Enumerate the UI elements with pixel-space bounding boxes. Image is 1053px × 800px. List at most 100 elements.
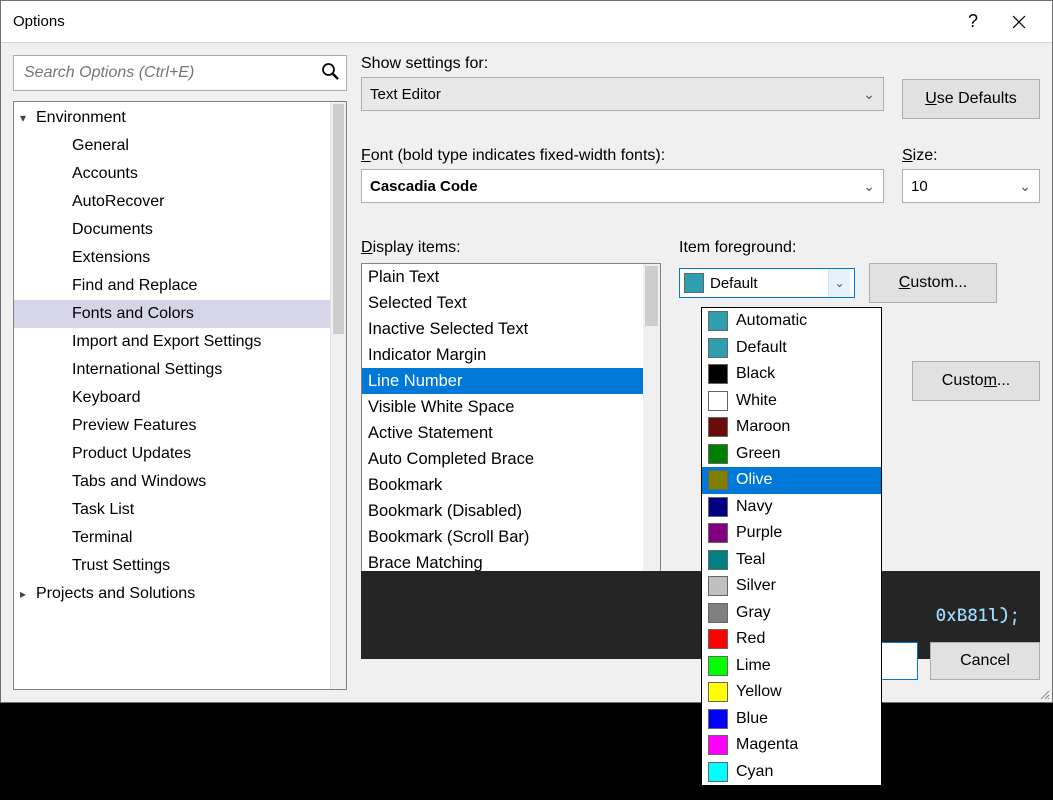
display-item[interactable]: Visible White Space: [362, 394, 643, 420]
color-swatch: [708, 682, 728, 702]
tree-item[interactable]: Extensions: [14, 244, 330, 272]
color-option[interactable]: Silver: [702, 573, 881, 600]
color-option[interactable]: Yellow: [702, 679, 881, 706]
use-defaults-button[interactable]: Use Defaults: [902, 79, 1040, 119]
display-item[interactable]: Line Number: [362, 368, 643, 394]
color-option[interactable]: Default: [702, 335, 881, 362]
display-items-list[interactable]: Plain TextSelected TextInactive Selected…: [361, 263, 661, 593]
color-option[interactable]: Black: [702, 361, 881, 388]
window-title: Options: [11, 13, 950, 30]
font-combo[interactable]: Cascadia Code ⌄: [361, 169, 884, 203]
close-icon: [1012, 15, 1026, 29]
cancel-button[interactable]: Cancel: [930, 642, 1040, 680]
color-swatch: [708, 629, 728, 649]
color-swatch: [708, 391, 728, 411]
tree-scrollbar[interactable]: [330, 102, 346, 689]
color-option[interactable]: Gray: [702, 600, 881, 627]
chevron-down-icon: ⌄: [855, 178, 875, 195]
tree-item[interactable]: Fonts and Colors: [14, 300, 330, 328]
color-swatch: [708, 550, 728, 570]
show-settings-label: Show settings for:: [361, 55, 884, 73]
search-input[interactable]: [14, 64, 314, 82]
color-option[interactable]: White: [702, 388, 881, 415]
left-panel: ▾EnvironmentGeneralAccountsAutoRecoverDo…: [13, 55, 347, 690]
display-item[interactable]: Bookmark (Disabled): [362, 498, 643, 524]
color-swatch: [708, 603, 728, 623]
font-label: Font (bold type indicates fixed-width fo…: [361, 147, 884, 165]
color-option[interactable]: Cyan: [702, 759, 881, 786]
close-button[interactable]: [996, 6, 1042, 38]
color-option[interactable]: Teal: [702, 547, 881, 574]
display-items-label: Display items:: [361, 239, 661, 257]
tree-item[interactable]: Import and Export Settings: [14, 328, 330, 356]
color-swatch: [708, 576, 728, 596]
tree-item[interactable]: Keyboard: [14, 384, 330, 412]
resize-grip[interactable]: [1038, 688, 1050, 700]
display-vscrollbar[interactable]: [643, 264, 660, 574]
size-combo[interactable]: 10 ⌄: [902, 169, 1040, 203]
custom-foreground-button[interactable]: Custom...: [869, 263, 997, 303]
item-foreground-label: Item foreground:: [679, 239, 1040, 257]
display-item[interactable]: Bookmark (Scroll Bar): [362, 524, 643, 550]
display-item[interactable]: Selected Text: [362, 290, 643, 316]
tree-item[interactable]: Terminal: [14, 524, 330, 552]
color-swatch: [708, 417, 728, 437]
color-swatch: [708, 762, 728, 782]
tree-item[interactable]: General: [14, 132, 330, 160]
color-swatch: [708, 311, 728, 331]
display-item[interactable]: Indicator Margin: [362, 342, 643, 368]
tree-item[interactable]: Find and Replace: [14, 272, 330, 300]
tree-item[interactable]: Preview Features: [14, 412, 330, 440]
options-tree: ▾EnvironmentGeneralAccountsAutoRecoverDo…: [13, 101, 347, 690]
color-option[interactable]: Magenta: [702, 732, 881, 759]
tree-item[interactable]: International Settings: [14, 356, 330, 384]
size-label: Size:: [902, 147, 1040, 165]
titlebar: Options ?: [1, 1, 1052, 43]
display-item[interactable]: Bookmark: [362, 472, 643, 498]
search-icon: [314, 62, 346, 85]
color-option[interactable]: Red: [702, 626, 881, 653]
color-swatch: [708, 523, 728, 543]
color-swatch: [708, 735, 728, 755]
display-item[interactable]: Auto Completed Brace: [362, 446, 643, 472]
tree-item[interactable]: Tabs and Windows: [14, 468, 330, 496]
color-option[interactable]: Navy: [702, 494, 881, 521]
chevron-down-icon: ⌄: [828, 269, 850, 297]
color-swatch: [708, 338, 728, 358]
color-option[interactable]: Blue: [702, 706, 881, 733]
color-option[interactable]: Olive: [702, 467, 881, 494]
tree-item[interactable]: Trust Settings: [14, 552, 330, 580]
chevron-down-icon: ⌄: [1011, 178, 1031, 195]
display-item[interactable]: Active Statement: [362, 420, 643, 446]
search-box[interactable]: [13, 55, 347, 91]
custom-background-button[interactable]: Custom...: [912, 361, 1040, 401]
color-option[interactable]: Green: [702, 441, 881, 468]
help-button[interactable]: ?: [950, 6, 996, 38]
color-swatch: [708, 497, 728, 517]
color-option[interactable]: Lime: [702, 653, 881, 680]
show-settings-combo[interactable]: Text Editor ⌄: [361, 77, 884, 111]
tree-item[interactable]: Accounts: [14, 160, 330, 188]
tree-item[interactable]: ▸Projects and Solutions: [14, 580, 330, 608]
options-dialog: Options ? ▾EnvironmentGeneralAccountsAut…: [0, 0, 1053, 703]
display-item[interactable]: Inactive Selected Text: [362, 316, 643, 342]
color-option[interactable]: Maroon: [702, 414, 881, 441]
foreground-dropdown[interactable]: AutomaticDefaultBlackWhiteMaroonGreenOli…: [701, 307, 882, 786]
tree-item[interactable]: Documents: [14, 216, 330, 244]
color-option[interactable]: Automatic: [702, 308, 881, 335]
color-swatch: [708, 709, 728, 729]
color-swatch: [708, 444, 728, 464]
tree-item[interactable]: ▾Environment: [14, 104, 330, 132]
item-foreground-combo[interactable]: Default ⌄: [679, 268, 855, 298]
color-option[interactable]: Purple: [702, 520, 881, 547]
display-item[interactable]: Plain Text: [362, 264, 643, 290]
tree-item[interactable]: Task List: [14, 496, 330, 524]
foreground-swatch: [684, 273, 704, 293]
color-swatch: [708, 470, 728, 490]
tree-item[interactable]: AutoRecover: [14, 188, 330, 216]
dialog-body: ▾EnvironmentGeneralAccountsAutoRecoverDo…: [1, 43, 1052, 702]
tree-item[interactable]: Product Updates: [14, 440, 330, 468]
color-swatch: [708, 364, 728, 384]
chevron-down-icon: ⌄: [855, 86, 875, 103]
color-swatch: [708, 656, 728, 676]
